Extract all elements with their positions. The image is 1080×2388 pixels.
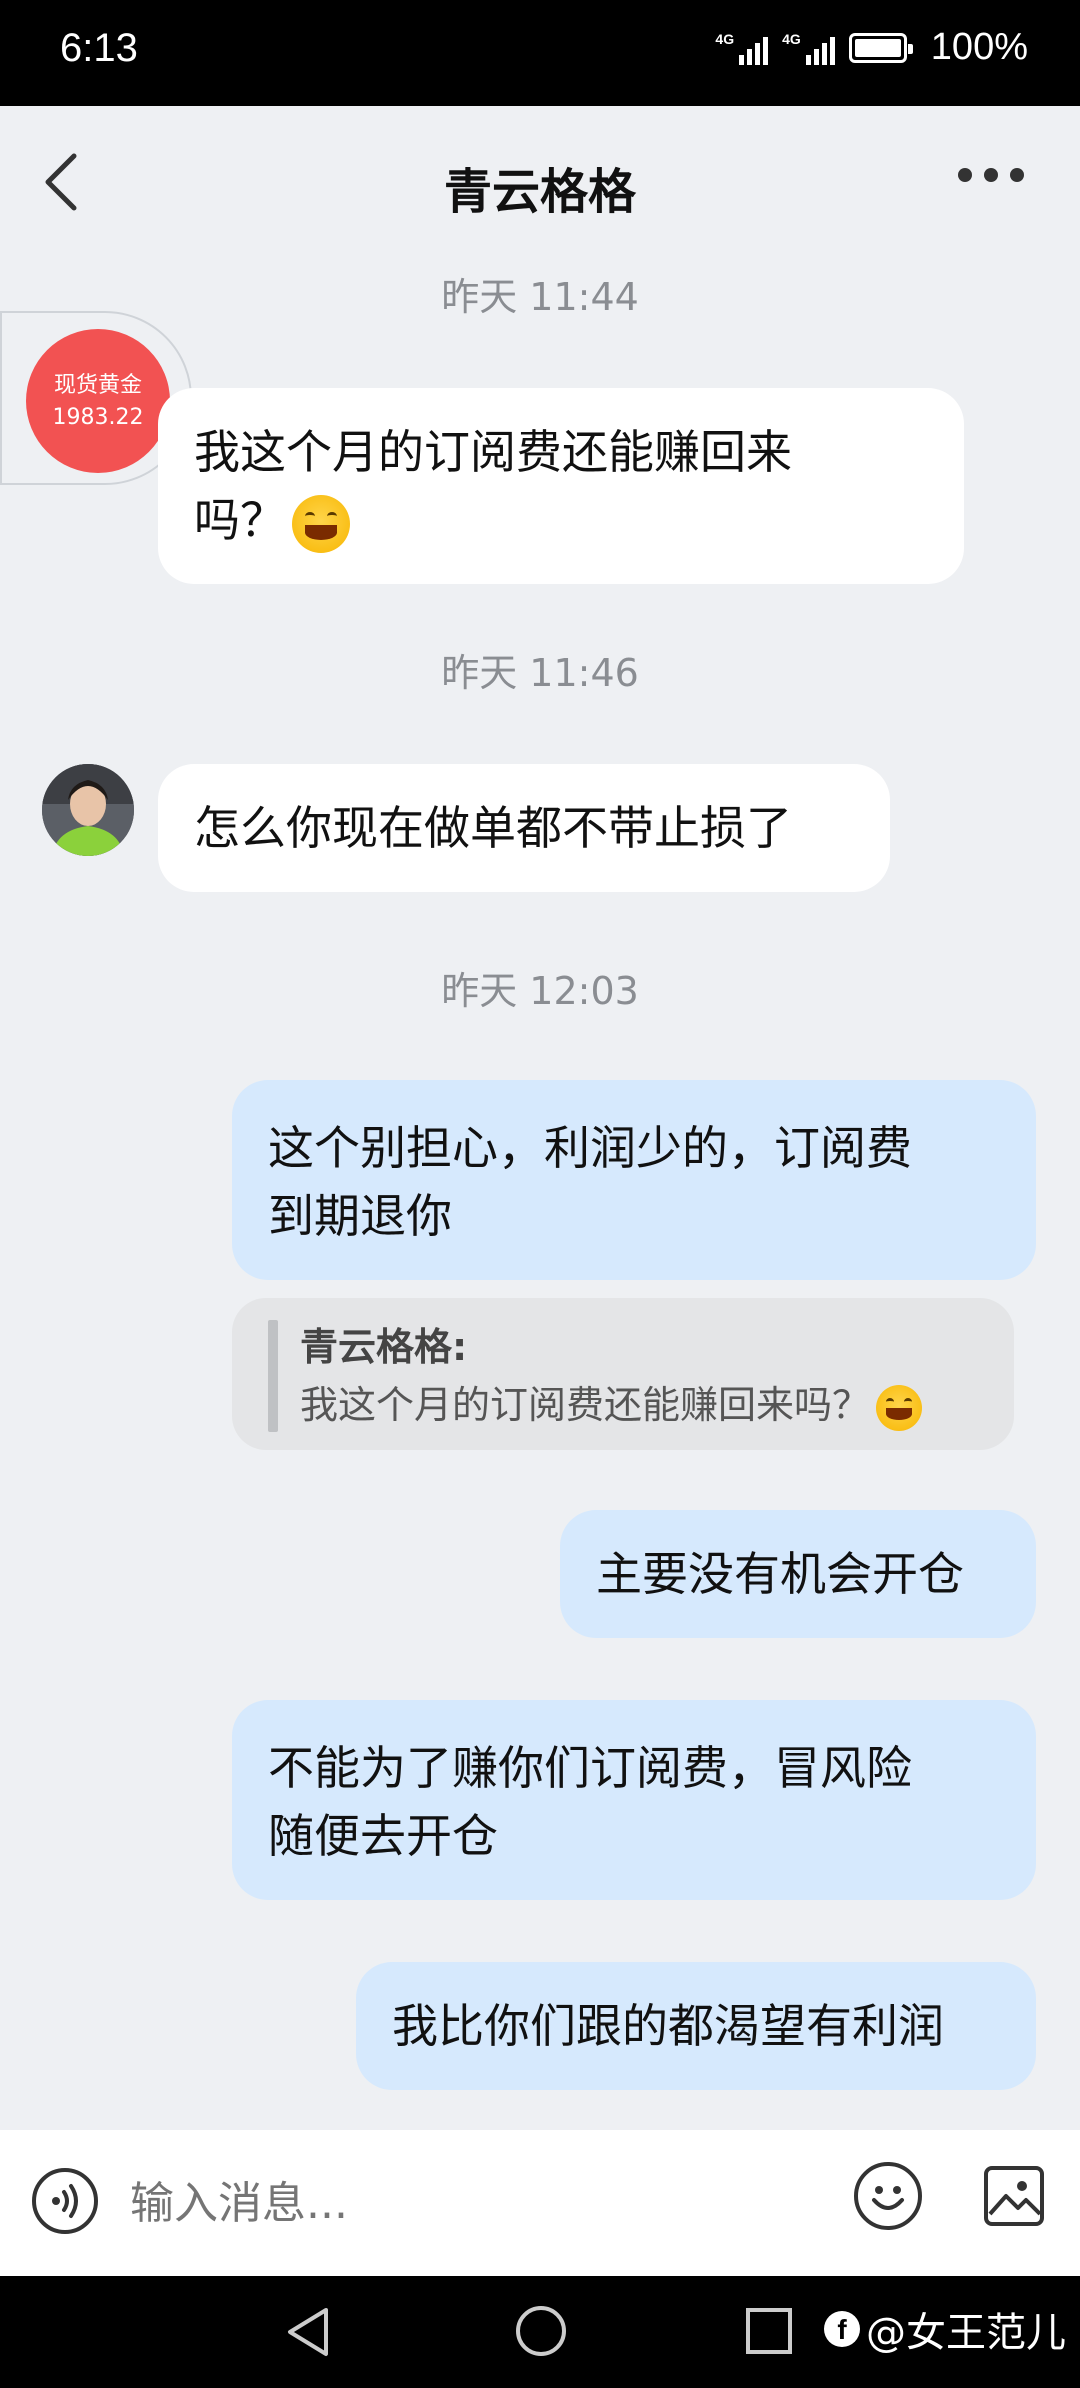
watermark-text: @女王范儿 <box>866 2310 1066 2356</box>
timestamp: 昨天 12:03 <box>441 969 639 1013</box>
message-text: 怎么你现在做单都不带止损了 <box>194 801 792 855</box>
message-bubble-outgoing[interactable]: 我比你们跟的都渴望有利润 <box>356 1962 1036 2090</box>
avatar-gold-price: 1983.22 <box>52 405 144 430</box>
network-label: 4G <box>782 30 801 47</box>
message-text: 吗？ <box>194 493 286 547</box>
voice-icon[interactable] <box>32 2168 98 2234</box>
status-icons: 4G 4G 100% <box>715 26 1028 69</box>
avatar[interactable] <box>42 764 134 856</box>
network-label: 4G <box>715 30 735 47</box>
message-bubble-incoming[interactable]: 怎么你现在做单都不带止损了 <box>158 764 890 892</box>
input-bar <box>0 2130 1080 2276</box>
timestamp: 昨天 11:46 <box>441 651 639 695</box>
message-text-line: 吗？ <box>194 486 928 554</box>
grinning-face-icon <box>876 1384 923 1431</box>
more-dots-icon[interactable] <box>958 168 1024 182</box>
signal-icon: 4G <box>782 31 835 65</box>
battery-icon <box>848 32 913 63</box>
quote-author: 青云格格: <box>300 1325 468 1369</box>
battery-percent: 100% <box>930 26 1028 68</box>
signal-icon: 4G <box>715 30 769 65</box>
quote-text: 我这个月的订阅费还能赚回来吗？ <box>300 1383 871 1427</box>
status-bar: 6:13 4G 4G 100% <box>0 0 1080 106</box>
chat-header: 青云格格 <box>0 106 1080 254</box>
message-text: 不能为了赚你们订阅费，冒风险 <box>268 1741 912 1795</box>
nav-recents-icon[interactable] <box>746 2308 792 2354</box>
quoted-message[interactable]: 青云格格: 我这个月的订阅费还能赚回来吗？ <box>232 1298 1014 1450</box>
message-bubble-outgoing[interactable]: 不能为了赚你们订阅费，冒风险 随便去开仓 <box>232 1700 1036 1900</box>
nav-back-icon[interactable] <box>286 2306 330 2362</box>
system-nav-bar: f @女王范儿 <box>0 2276 1080 2388</box>
nav-home-icon[interactable] <box>516 2306 566 2356</box>
timestamp: 昨天 11:44 <box>441 275 639 319</box>
status-time: 6:13 <box>60 26 138 70</box>
message-text: 主要没有机会开仓 <box>596 1547 964 1601</box>
message-text: 这个别担心，利润少的，订阅费 <box>268 1121 912 1175</box>
message-text: 到期退你 <box>268 1189 452 1243</box>
message-text: 我比你们跟的都渴望有利润 <box>392 1999 944 2053</box>
emoji-icon[interactable] <box>854 2162 922 2230</box>
image-icon[interactable] <box>984 2166 1044 2226</box>
grinning-face-icon <box>292 494 350 553</box>
message-bubble-outgoing[interactable]: 这个别担心，利润少的，订阅费 到期退你 <box>232 1080 1036 1280</box>
message-text: 我这个月的订阅费还能赚回来 <box>194 425 792 479</box>
message-input[interactable] <box>130 2168 830 2238</box>
gold-price-badge: 现货黄金 1983.22 <box>26 329 170 473</box>
message-bubble-outgoing[interactable]: 主要没有机会开仓 <box>560 1510 1036 1638</box>
watermark: f @女王范儿 <box>824 2300 1066 2358</box>
message-bubble-incoming[interactable]: 我这个月的订阅费还能赚回来 吗？ <box>158 388 964 584</box>
facebook-icon: f <box>824 2311 860 2347</box>
quote-text-line: 我这个月的订阅费还能赚回来吗？ <box>300 1376 984 1434</box>
message-text: 随便去开仓 <box>268 1809 498 1863</box>
avatar-gold-label: 现货黄金 <box>53 373 142 398</box>
chat-title: 青云格格 <box>443 164 636 220</box>
